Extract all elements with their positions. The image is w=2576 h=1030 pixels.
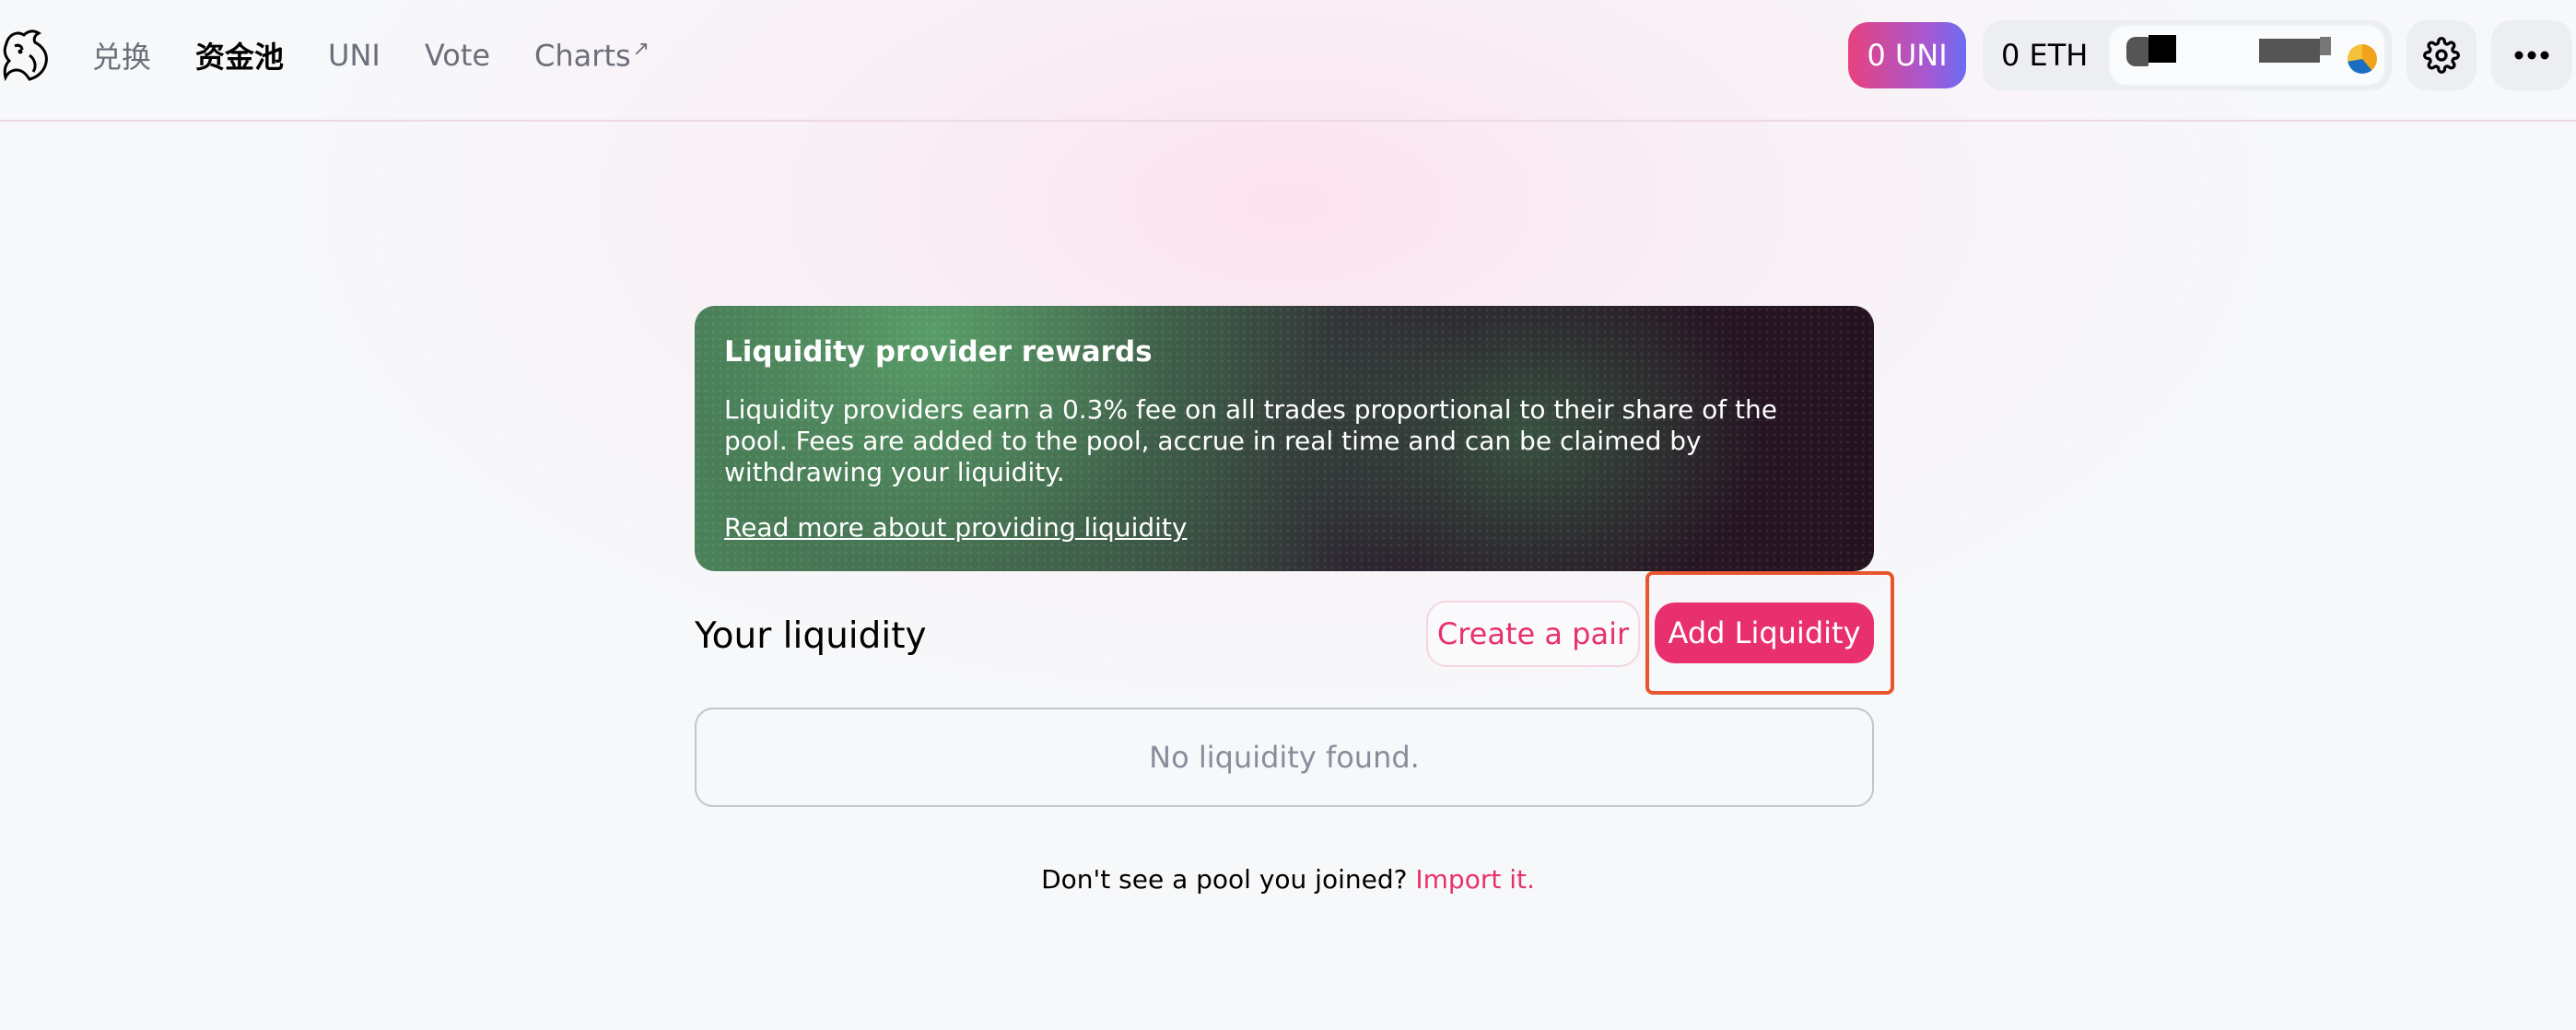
no-liquidity-panel: No liquidity found. xyxy=(695,708,1874,807)
import-prompt: Don't see a pool you joined? xyxy=(1041,864,1408,895)
external-link-icon: ↗ xyxy=(632,37,650,61)
more-dots-icon xyxy=(2514,51,2549,60)
nav-uni[interactable]: UNI xyxy=(328,38,381,73)
no-liquidity-message: No liquidity found. xyxy=(1149,740,1420,775)
gear-icon xyxy=(2423,37,2460,74)
read-more-link[interactable]: Read more about providing liquidity xyxy=(724,512,1187,543)
redacted-address-part xyxy=(2149,35,2176,63)
liquidity-rewards-banner: Liquidity provider rewards Liquidity pro… xyxy=(695,306,1874,571)
uni-balance-button[interactable]: 0 UNI xyxy=(1848,22,1966,88)
main-nav: 兑换 资金池 UNI Vote Charts↗ xyxy=(92,0,694,111)
import-pool-link[interactable]: Import it. xyxy=(1415,864,1535,895)
banner-title: Liquidity provider rewards xyxy=(724,335,1153,369)
redacted-address-part xyxy=(2320,37,2331,55)
redacted-address-part xyxy=(2259,39,2320,63)
settings-button[interactable] xyxy=(2406,20,2476,90)
more-menu-button[interactable] xyxy=(2491,20,2572,90)
account-address-button[interactable] xyxy=(2108,24,2386,87)
nav-charts[interactable]: Charts↗ xyxy=(534,38,650,74)
add-liquidity-button[interactable]: Add Liquidity xyxy=(1655,603,1874,663)
banner-description: Liquidity providers earn a 0.3% fee on a… xyxy=(724,394,1777,487)
import-pool-line: Don't see a pool you joined? Import it. xyxy=(0,864,2576,895)
your-liquidity-heading: Your liquidity xyxy=(695,615,927,657)
nav-vote[interactable]: Vote xyxy=(425,38,490,73)
wallet-panel: 0 ETH xyxy=(1983,20,2392,90)
nav-swap[interactable]: 兑换 xyxy=(92,34,151,76)
account-avatar-icon xyxy=(2348,44,2377,74)
nav-pool[interactable]: 资金池 xyxy=(195,34,284,76)
nav-charts-label: Charts xyxy=(534,38,631,74)
create-pair-button[interactable]: Create a pair xyxy=(1426,601,1640,667)
top-header: 兑换 资金池 UNI Vote Charts↗ 0 UNI 0 ETH xyxy=(0,0,2576,122)
eth-balance: 0 ETH xyxy=(2001,38,2089,73)
unicorn-logo-icon[interactable] xyxy=(2,28,52,83)
redacted-address-part xyxy=(2126,37,2149,66)
